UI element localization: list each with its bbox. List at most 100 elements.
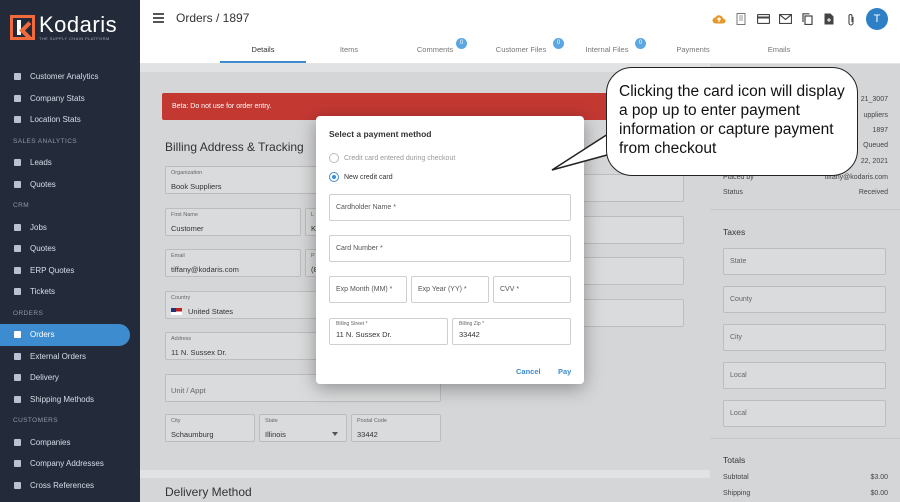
sidebar-item-customer-analytics[interactable]: Customer Analytics: [0, 66, 140, 88]
chart-icon: [14, 94, 21, 102]
document-icon: [14, 266, 21, 274]
sidebar-item-cross-references[interactable]: Cross References: [0, 475, 140, 497]
sidebar-item-label: Jobs: [30, 222, 47, 232]
sidebar-item-company-addresses[interactable]: Company Addresses: [0, 453, 140, 475]
callout-annotation: Clicking the card icon will display a po…: [606, 67, 858, 176]
sidebar-item-location-stats[interactable]: Location Stats: [0, 109, 140, 131]
chart-icon: [14, 180, 21, 188]
city-field[interactable]: City Schaumburg: [165, 414, 255, 442]
sidebar-item-label: Cross References: [30, 480, 95, 490]
sidebar-item-tickets[interactable]: Tickets: [0, 281, 140, 303]
brand-tagline: THE SUPPLY CHAIN PLATFORM: [39, 36, 110, 41]
page-title: Orders / 1897: [176, 11, 250, 25]
truck-icon: [14, 374, 21, 382]
tax-state-field[interactable]: State: [723, 248, 886, 275]
toolbar: T: [712, 8, 888, 30]
cloud-upload-icon[interactable]: [712, 12, 726, 26]
dialog-title: Select a payment method: [329, 129, 432, 139]
sidebar-item-leads[interactable]: Leads: [0, 152, 140, 174]
cardholder-name-input[interactable]: Cardholder Name *: [329, 194, 571, 221]
header: Orders / 1897 T Details Items Comments 0 Cus…: [140, 0, 900, 64]
sidebar-item-external-orders[interactable]: External Orders: [0, 346, 140, 368]
attachment-icon[interactable]: [844, 12, 858, 26]
sidebar-item-label: Quotes: [30, 179, 56, 189]
taxes-title: Taxes: [723, 227, 746, 237]
sidebar-item-label: ERP Quotes: [30, 265, 75, 275]
tab-details[interactable]: Details: [220, 36, 306, 63]
building-icon: [14, 438, 21, 446]
tab-comments[interactable]: Comments 0: [392, 36, 478, 63]
receipt-icon[interactable]: [734, 12, 748, 26]
tax-city-field[interactable]: City: [723, 324, 886, 351]
sidebar-item-quotes[interactable]: Quotes: [0, 238, 140, 260]
pin-icon: [14, 460, 21, 468]
copy-icon[interactable]: [800, 12, 814, 26]
kodaris-logo-icon: [10, 15, 35, 40]
totals-row: Subtotal $3.00: [723, 474, 888, 481]
billing-street-input[interactable]: Billing Street * 11 N. Sussex Dr.: [329, 318, 448, 345]
sidebar-item-label: Company Stats: [30, 93, 85, 103]
brand-logo[interactable]: Kodaris THE SUPPLY CHAIN PLATFORM: [10, 14, 117, 41]
state-select[interactable]: State Illinois: [259, 414, 347, 442]
sidebar-item-company-stats[interactable]: Company Stats: [0, 88, 140, 110]
delivery-section-title: Delivery Method: [165, 485, 252, 499]
pin-icon: [14, 223, 21, 231]
sidebar-item-label: Quotes: [30, 244, 56, 254]
sidebar-item-jobs[interactable]: Jobs: [0, 217, 140, 239]
sidebar-item-label: Leads: [30, 158, 52, 168]
arrows-icon: [14, 481, 21, 489]
tab-internal-files[interactable]: Internal Files 0: [564, 36, 650, 63]
sidebar-section-label: CRM: [13, 202, 30, 210]
sidebar-item-label: Company Addresses: [30, 459, 104, 469]
pay-button[interactable]: Pay: [558, 367, 571, 376]
arrow-icon: [14, 352, 21, 360]
tab-customer-files[interactable]: Customer Files 0: [478, 36, 564, 63]
sidebar-section-label: SALES ANALYTICS: [13, 137, 78, 145]
radio-checked-icon[interactable]: [329, 172, 339, 182]
sidebar-item-delivery[interactable]: Delivery: [0, 367, 140, 389]
sidebar-item-companies[interactable]: Companies: [0, 432, 140, 454]
hamburger-menu-icon[interactable]: [153, 13, 164, 23]
tax-county-field[interactable]: County: [723, 286, 886, 313]
sidebar-item-label: Customer Analytics: [30, 72, 99, 82]
exp-year-input[interactable]: Exp Year (YY) *: [411, 276, 489, 303]
user-avatar[interactable]: T: [866, 8, 888, 30]
sidebar-nav: Customer Analytics Company Stats Location …: [0, 66, 140, 496]
us-flag-icon: [171, 308, 182, 315]
document-icon: [14, 245, 21, 253]
credit-card-icon[interactable]: [756, 12, 770, 26]
sidebar-item-erp-quotes[interactable]: ERP Quotes: [0, 260, 140, 282]
sidebar-item-label: Tickets: [30, 287, 56, 297]
card-number-input[interactable]: Card Number *: [329, 235, 571, 262]
sidebar-section-label: CUSTOMERS: [13, 417, 59, 425]
radio-unchecked-icon[interactable]: [329, 153, 339, 163]
count-badge: 0: [635, 38, 646, 49]
order-info-row: Status Received: [723, 189, 888, 196]
totals-title: Totals: [723, 455, 746, 465]
cancel-button[interactable]: Cancel: [516, 367, 541, 376]
new-card-option[interactable]: New credit card: [329, 172, 393, 182]
sidebar-item-orders[interactable]: Orders: [0, 324, 130, 346]
tax-local-field[interactable]: Local: [723, 400, 886, 427]
sidebar-item-label: Companies: [30, 437, 71, 447]
tax-local-field[interactable]: Local: [723, 362, 886, 389]
sidebar-item-label: External Orders: [30, 351, 87, 361]
email-field[interactable]: Email tiffany@kodaris.com: [165, 249, 301, 277]
tab-bar: Details Items Comments 0 Customer Files 0 Inte…: [220, 36, 822, 63]
first-name-field[interactable]: First Name Customer: [165, 208, 301, 236]
count-badge: 0: [553, 38, 564, 49]
tab-items[interactable]: Items: [306, 36, 392, 63]
cvv-input[interactable]: CVV *: [493, 276, 571, 303]
sidebar-item-quotes[interactable]: Quotes: [0, 174, 140, 196]
truck-icon: [14, 395, 21, 403]
checkout-card-option[interactable]: Credit card entered during checkout: [329, 153, 455, 163]
tab-payments[interactable]: Payments: [650, 36, 736, 63]
file-icon[interactable]: [822, 12, 836, 26]
mail-icon[interactable]: [778, 12, 792, 26]
postal-code-field[interactable]: Postal Code 33442: [351, 414, 441, 442]
sidebar-item-shipping-methods[interactable]: Shipping Methods: [0, 389, 140, 411]
tab-emails[interactable]: Emails: [736, 36, 822, 63]
billing-zip-input[interactable]: Billing Zip * 33442: [452, 318, 571, 345]
divider: [710, 209, 900, 210]
exp-month-input[interactable]: Exp Month (MM) *: [329, 276, 407, 303]
